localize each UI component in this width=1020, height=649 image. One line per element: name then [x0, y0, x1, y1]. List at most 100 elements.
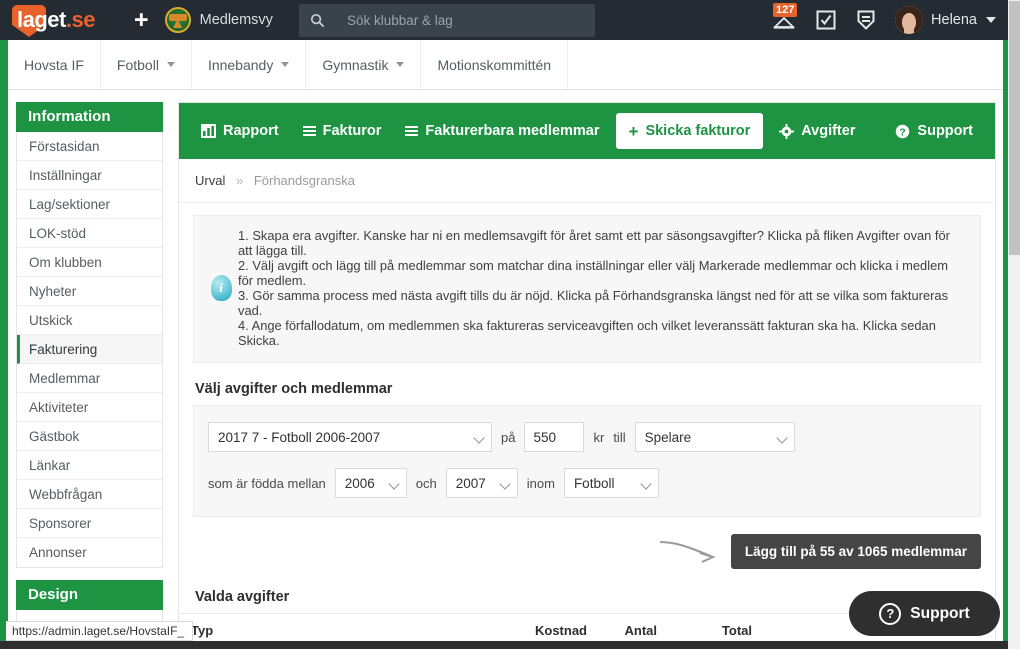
sidebar-section-information: Information: [16, 102, 163, 132]
curved-arrow-icon: [659, 541, 716, 563]
sidebar-item-gastbok[interactable]: Gästbok: [17, 422, 162, 451]
role-select-wrap: Spelare: [634, 422, 795, 452]
add-members-button[interactable]: Lägg till på 55 av 1065 medlemmar: [730, 533, 981, 569]
sidebar: Information Förstasidan Inställningar La…: [16, 102, 163, 632]
search-icon: [310, 13, 325, 28]
sidebar-item-medlemmar[interactable]: Medlemmar: [17, 364, 162, 393]
chevron-down-icon: [396, 62, 405, 67]
sidebar-item-label: Gästbok: [29, 429, 80, 444]
info-line-3: 3. Gör samma process med nästa avgift ti…: [238, 288, 949, 318]
sidebar-item-aktiviteter[interactable]: Aktiviteter: [17, 393, 162, 422]
notifications-button[interactable]: 127: [771, 3, 798, 35]
label-pa: på: [501, 429, 516, 445]
label-kr: kr: [593, 429, 605, 445]
sidebar-item-installningar[interactable]: Inställningar: [17, 161, 162, 190]
year-from-select[interactable]: 2006: [334, 468, 407, 498]
user-name-label[interactable]: Helena: [931, 12, 977, 28]
nav-item-label: Fotboll: [116, 56, 159, 73]
tab-fakturerbara-medlemmar[interactable]: Fakturerbara medlemmar: [393, 103, 611, 159]
tab-label: Support: [917, 123, 973, 139]
form-row-2: som är födda mellan 2006 och 2007 inom F…: [208, 468, 966, 498]
tab-label: Skicka fakturor: [645, 123, 751, 139]
search-input[interactable]: [346, 12, 595, 28]
list-icon: [405, 126, 419, 136]
form-row-1: 2017 7 - Fotboll 2006-2007 på kr till Sp…: [208, 422, 966, 452]
topbar-actions: 127 Helena: [771, 3, 996, 35]
nav-item-innebandy[interactable]: Innebandy: [192, 40, 307, 89]
breadcrumb: Urval » Förhandsgranska: [179, 159, 995, 203]
nav-item-label: Motionskommittén: [437, 56, 552, 73]
add-plus-icon[interactable]: +: [134, 7, 149, 33]
sidebar-item-fakturering[interactable]: Fakturering: [17, 335, 162, 364]
sidebar-item-webbfragan[interactable]: Webbfrågan: [17, 480, 162, 509]
sidebar-item-utskick[interactable]: Utskick: [17, 306, 162, 335]
nav-item-motionskommitten[interactable]: Motionskommittén: [421, 40, 569, 89]
sidebar-item-label: Webbfrågan: [29, 487, 103, 502]
sidebar-item-label: Utskick: [29, 313, 73, 328]
tab-fakturor[interactable]: Fakturor: [291, 103, 394, 159]
breadcrumb-urval[interactable]: Urval: [195, 173, 225, 188]
help-circle-icon: ?: [879, 602, 902, 625]
sidebar-item-lok-stod[interactable]: LOK-stöd: [17, 219, 162, 248]
sidebar-item-sponsorer[interactable]: Sponsorer: [17, 509, 162, 538]
chart-icon: [201, 124, 216, 138]
laget-logo[interactable]: laget.se: [12, 5, 118, 37]
sidebar-item-om-klubben[interactable]: Om klubben: [17, 248, 162, 277]
fee-select[interactable]: 2017 7 - Fotboll 2006-2007: [208, 422, 492, 452]
info-line-4: 4. Ange förfallodatum, om medlemmen ska …: [238, 318, 936, 348]
add-action-row: Lägg till på 55 av 1065 medlemmar: [179, 531, 981, 571]
tab-label: Avgifter: [801, 123, 856, 139]
sidebar-item-label: Lag/sektioner: [29, 197, 111, 212]
section-select-wrap: Fotboll: [563, 468, 659, 498]
sidebar-item-label: Länkar: [29, 458, 71, 473]
nav-item-hovsta-if[interactable]: Hovsta IF: [8, 40, 101, 89]
nav-item-fotboll[interactable]: Fotboll: [101, 40, 192, 89]
section-select[interactable]: Fotboll: [563, 468, 659, 498]
tab-rapport[interactable]: Rapport: [189, 103, 291, 159]
sidebar-item-annonser[interactable]: Annonser: [17, 538, 162, 567]
club-name-label[interactable]: Medlemsvy: [200, 12, 273, 28]
breadcrumb-forhandsgranska[interactable]: Förhandsgranska: [254, 173, 355, 188]
tab-label: Fakturerbara medlemmar: [425, 123, 600, 139]
club-crest-icon[interactable]: [164, 7, 191, 33]
notification-count-badge: 127: [773, 3, 798, 17]
tab-label: Fakturor: [322, 123, 382, 139]
nav-item-label: Hovsta IF: [24, 56, 84, 73]
sidebar-item-label: Inställningar: [29, 168, 102, 183]
info-box: i 1. Skapa era avgifter. Kanske har ni e…: [193, 215, 981, 363]
sidebar-item-label: Om klubben: [29, 255, 102, 270]
logo-suffix-text: .se: [65, 7, 96, 32]
top-bar: laget.se + Medlemsvy 127: [0, 0, 1008, 40]
form-section-title: Välj avgifter och medlemmar: [195, 381, 393, 397]
sidebar-item-lag-sektioner[interactable]: Lag/sektioner: [17, 190, 162, 219]
sidebar-item-label: Fakturering: [29, 342, 98, 357]
tasks-button[interactable]: [815, 8, 837, 32]
svg-text:?: ?: [900, 127, 906, 138]
sidebar-item-forstasidan[interactable]: Förstasidan: [17, 132, 162, 161]
amount-input[interactable]: [524, 422, 585, 452]
tab-support[interactable]: ? Support: [883, 103, 985, 159]
browser-bottom-strip: [0, 641, 1008, 649]
support-widget-button[interactable]: ? Support: [849, 591, 1000, 636]
year-to-wrap: 2007: [445, 468, 518, 498]
info-text: 1. Skapa era avgifter. Kanske har ni en …: [238, 228, 966, 348]
logo-text: laget.se: [12, 7, 118, 33]
tab-avgifter[interactable]: Avgifter: [767, 103, 867, 159]
chevron-down-icon[interactable]: [986, 17, 996, 23]
nav-item-label: Gymnastik: [322, 56, 389, 73]
year-from-wrap: 2006: [334, 468, 407, 498]
nav-item-label: Innebandy: [207, 56, 274, 73]
sidebar-item-lankar[interactable]: Länkar: [17, 451, 162, 480]
nav-item-gymnastik[interactable]: Gymnastik: [306, 40, 422, 89]
shield-button[interactable]: [855, 8, 877, 32]
avatar[interactable]: [895, 6, 924, 34]
tab-skicka-fakturor[interactable]: + Skicka fakturor: [615, 113, 764, 149]
page-body: Information Förstasidan Inställningar La…: [8, 91, 1003, 649]
help-circle-icon: ?: [896, 124, 910, 138]
page-scrollbar-thumb[interactable]: [1009, 1, 1020, 255]
search-box[interactable]: [298, 3, 595, 37]
role-select[interactable]: Spelare: [634, 422, 795, 452]
year-to-select[interactable]: 2007: [445, 468, 518, 498]
sidebar-item-nyheter[interactable]: Nyheter: [17, 277, 162, 306]
chevron-down-icon: [166, 62, 175, 67]
